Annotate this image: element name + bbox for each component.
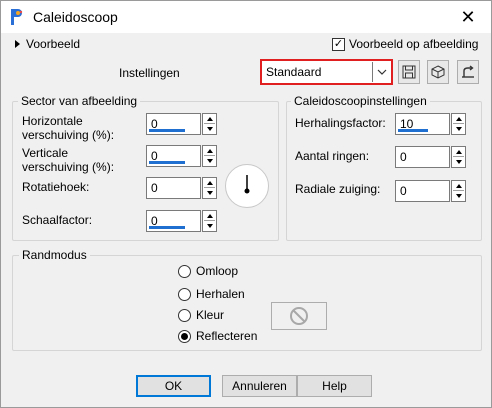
- rotation-label: Rotatiehoek:: [22, 180, 90, 194]
- ring-count-label: Aantal ringen:: [295, 149, 370, 163]
- vertical-offset-stepper[interactable]: 0: [146, 145, 218, 167]
- save-preset-icon: [402, 65, 416, 79]
- scale-bar: [149, 226, 185, 229]
- scale-spin-buttons[interactable]: [202, 210, 217, 232]
- ring-count-value: 0: [400, 150, 407, 164]
- expand-triangle-icon: [15, 40, 20, 48]
- close-icon: ✕: [460, 6, 476, 27]
- radio-reflecteren-label: Reflecteren: [196, 329, 258, 343]
- rotation-value: 0: [151, 181, 158, 195]
- radial-suction-stepper[interactable]: 0: [395, 180, 467, 202]
- title-bar: Caleidoscoop ✕: [1, 1, 491, 33]
- rotation-needle-icon: [244, 175, 250, 194]
- rotation-spin-buttons[interactable]: [202, 177, 217, 199]
- preview-toggle[interactable]: Voorbeeld: [15, 37, 80, 51]
- ring-count-spin-buttons[interactable]: [451, 146, 466, 168]
- repeat-factor-spin-buttons[interactable]: [451, 113, 466, 135]
- vertical-offset-bar: [149, 161, 185, 164]
- vertical-offset-spin-buttons[interactable]: [202, 145, 217, 167]
- dialog-window: Caleidoscoop ✕ Voorbeeld ✓ Voorbeeld op …: [0, 0, 492, 408]
- scale-input[interactable]: 0: [146, 210, 201, 232]
- repeat-factor-label: Herhalingsfactor:: [295, 116, 386, 130]
- preview-on-image-checkbox[interactable]: ✓: [332, 37, 345, 51]
- preset-manager-button[interactable]: [427, 60, 449, 84]
- close-button[interactable]: ✕: [445, 1, 491, 33]
- edge-mode-option[interactable]: Omloop: [178, 264, 238, 278]
- scale-label: Schaalfactor:: [22, 213, 93, 227]
- edge-mode-option[interactable]: Herhalen: [178, 287, 245, 301]
- radio-omloop[interactable]: [178, 264, 191, 278]
- ring-count-input[interactable]: 0: [395, 146, 450, 168]
- radio-omloop-label: Omloop: [196, 264, 239, 278]
- preset-value: Standaard: [266, 65, 322, 79]
- edge-mode-option[interactable]: Kleur: [178, 308, 224, 322]
- cancel-button[interactable]: Annuleren: [222, 375, 297, 397]
- vertical-offset-input[interactable]: 0: [146, 145, 201, 167]
- scale-stepper[interactable]: 0: [146, 210, 218, 232]
- radio-herhalen-label: Herhalen: [196, 287, 245, 301]
- edge-mode-group-title: Randmodus: [19, 248, 90, 262]
- cube-icon: [431, 65, 445, 79]
- chevron-down-icon[interactable]: [372, 62, 390, 82]
- save-preset-button[interactable]: [398, 60, 420, 84]
- kaleidoscope-group-title: Caleidoscoopinstellingen: [291, 94, 430, 108]
- horizontal-offset-label: Horizontale verschuiving (%):: [22, 114, 115, 142]
- rotation-dial[interactable]: [225, 164, 269, 208]
- preview-on-image-checkbox-row[interactable]: ✓ Voorbeeld op afbeelding: [332, 37, 478, 51]
- ok-button[interactable]: OK: [136, 375, 211, 397]
- edge-mode-option[interactable]: Reflecteren: [178, 329, 257, 343]
- radial-suction-spin-buttons[interactable]: [451, 180, 466, 202]
- horizontal-offset-spin-buttons[interactable]: [202, 113, 217, 135]
- window-title: Caleidoscoop: [33, 9, 118, 25]
- radio-herhalen[interactable]: [178, 287, 191, 301]
- preview-on-image-label: Voorbeeld op afbeelding: [349, 37, 479, 51]
- rotation-stepper[interactable]: 0: [146, 177, 218, 199]
- settings-label: Instellingen: [119, 66, 180, 80]
- radial-suction-label: Radiale zuiging:: [295, 182, 381, 196]
- repeat-factor-bar: [398, 129, 428, 132]
- repeat-factor-input[interactable]: 10: [395, 113, 450, 135]
- radial-suction-input[interactable]: 0: [395, 180, 450, 202]
- radio-kleur[interactable]: [178, 308, 191, 322]
- help-button[interactable]: Help: [297, 375, 372, 397]
- reset-button[interactable]: [457, 60, 479, 84]
- ring-count-stepper[interactable]: 0: [395, 146, 467, 168]
- reset-icon: [462, 65, 474, 78]
- vertical-offset-label: Verticale verschuiving (%):: [22, 146, 115, 174]
- preset-select[interactable]: Standaard: [260, 59, 393, 85]
- preview-toggle-label: Voorbeeld: [26, 37, 81, 51]
- rotation-input[interactable]: 0: [146, 177, 201, 199]
- app-icon: [11, 9, 23, 25]
- horizontal-offset-bar: [149, 129, 185, 132]
- edge-color-swatch[interactable]: [271, 302, 327, 330]
- sector-group-title: Sector van afbeelding: [18, 94, 141, 108]
- repeat-factor-stepper[interactable]: 10: [395, 113, 467, 135]
- no-color-icon: [290, 307, 308, 325]
- radio-reflecteren[interactable]: [178, 329, 191, 343]
- horizontal-offset-stepper[interactable]: 0: [146, 113, 218, 135]
- radio-kleur-label: Kleur: [196, 308, 225, 322]
- horizontal-offset-input[interactable]: 0: [146, 113, 201, 135]
- radial-suction-value: 0: [400, 184, 407, 198]
